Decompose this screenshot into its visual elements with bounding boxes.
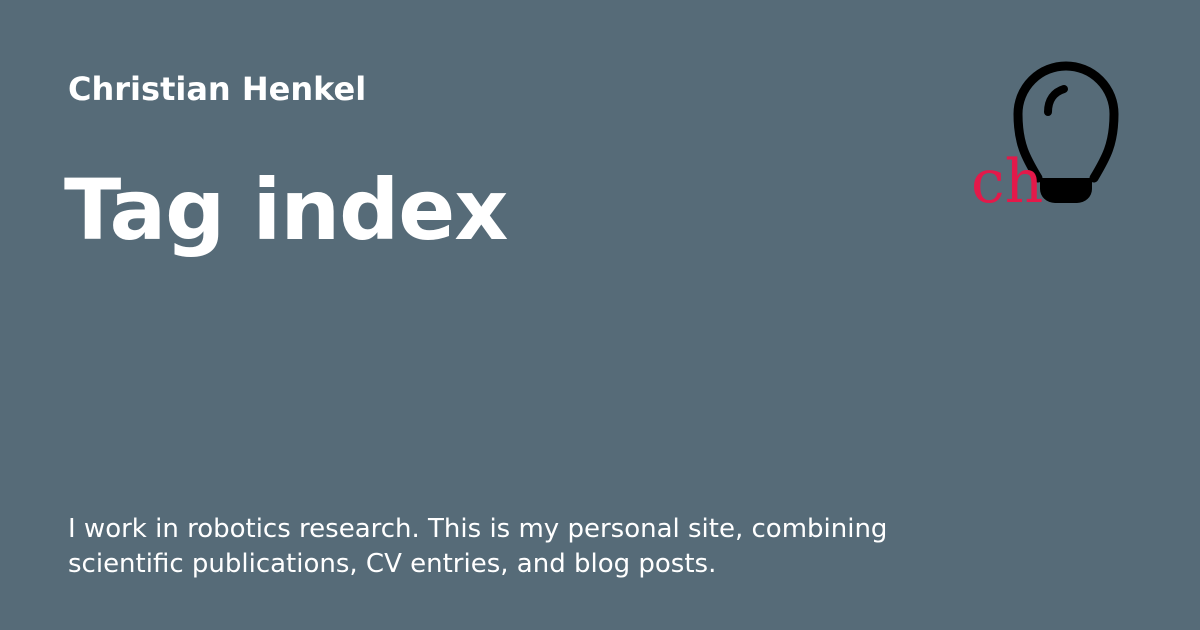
description-line: I work in robotics research. This is my … bbox=[68, 514, 888, 544]
site-name: Christian Henkel bbox=[68, 70, 367, 108]
bulb-base bbox=[1040, 178, 1092, 203]
page-title: Tag index bbox=[64, 161, 508, 259]
bulb-highlight bbox=[1044, 85, 1068, 116]
description-line: scientific publications, CV entries, and… bbox=[68, 549, 717, 579]
site-description: I work in robotics research. This is my … bbox=[68, 512, 888, 582]
logo: ch bbox=[966, 54, 1126, 217]
logo-text: ch bbox=[971, 147, 1043, 217]
logo-mark: ch bbox=[971, 61, 1119, 217]
